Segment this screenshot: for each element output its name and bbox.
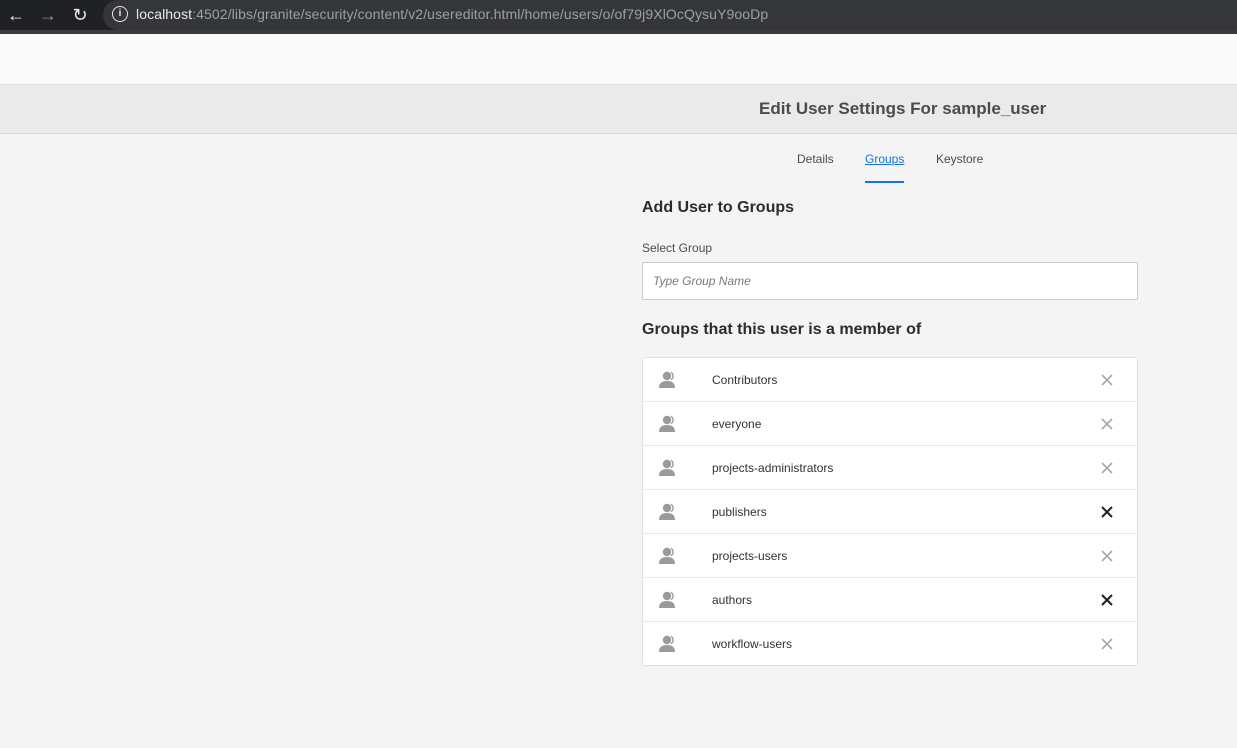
- add-to-groups-heading: Add User to Groups: [642, 199, 795, 216]
- group-name: workflow-users: [712, 637, 793, 651]
- user-icon: [659, 415, 675, 432]
- group-name: authors: [712, 593, 753, 607]
- site-info-icon[interactable]: i: [112, 6, 128, 22]
- tab-details[interactable]: Details: [797, 152, 834, 166]
- group-name: publishers: [712, 505, 767, 519]
- user-icon: [659, 591, 675, 608]
- group-row: projects-administrators: [643, 446, 1137, 490]
- group-row: projects-users: [643, 534, 1137, 578]
- group-name: everyone: [712, 417, 762, 431]
- select-group-label: Select Group: [642, 241, 713, 255]
- close-icon[interactable]: [1100, 417, 1114, 431]
- back-arrow-icon[interactable]: ←: [5, 4, 27, 26]
- close-icon[interactable]: [1100, 637, 1114, 651]
- group-name: projects-administrators: [712, 461, 834, 475]
- close-icon[interactable]: [1100, 593, 1114, 607]
- title-bar: Edit User Settings For sample_user: [0, 85, 1237, 134]
- forward-arrow-icon[interactable]: →: [37, 4, 59, 26]
- user-icon: [659, 635, 675, 652]
- group-name: Contributors: [712, 373, 778, 387]
- user-icon: [659, 459, 675, 476]
- app-header: [0, 34, 1237, 85]
- group-name: projects-users: [712, 549, 788, 563]
- address-url[interactable]: localhost:4502/libs/granite/security/con…: [136, 6, 768, 22]
- address-bar[interactable]: i localhost:4502/libs/granite/security/c…: [103, 0, 1237, 30]
- group-row: publishers: [643, 490, 1137, 534]
- reload-icon[interactable]: ↻: [69, 4, 91, 26]
- group-list: Contributors everyone projects-administr…: [642, 357, 1138, 666]
- group-name-input[interactable]: [642, 262, 1138, 300]
- user-icon: [659, 547, 675, 564]
- close-icon[interactable]: [1100, 373, 1114, 387]
- close-icon[interactable]: [1100, 549, 1114, 563]
- active-tab-indicator: [865, 181, 904, 183]
- group-row: workflow-users: [643, 622, 1137, 666]
- tab-keystore[interactable]: Keystore: [936, 152, 983, 166]
- member-groups-heading: Groups that this user is a member of: [642, 321, 922, 338]
- group-row: everyone: [643, 402, 1137, 446]
- group-row: Contributors: [643, 358, 1137, 402]
- page-title: Edit User Settings For sample_user: [759, 99, 1047, 118]
- close-icon[interactable]: [1100, 461, 1114, 475]
- close-icon[interactable]: [1100, 505, 1114, 519]
- tab-groups[interactable]: Groups: [865, 152, 904, 166]
- group-row: authors: [643, 578, 1137, 622]
- user-icon: [659, 371, 675, 388]
- user-icon: [659, 503, 675, 520]
- browser-toolbar: ← → ↻ i localhost:4502/libs/granite/secu…: [0, 0, 1237, 30]
